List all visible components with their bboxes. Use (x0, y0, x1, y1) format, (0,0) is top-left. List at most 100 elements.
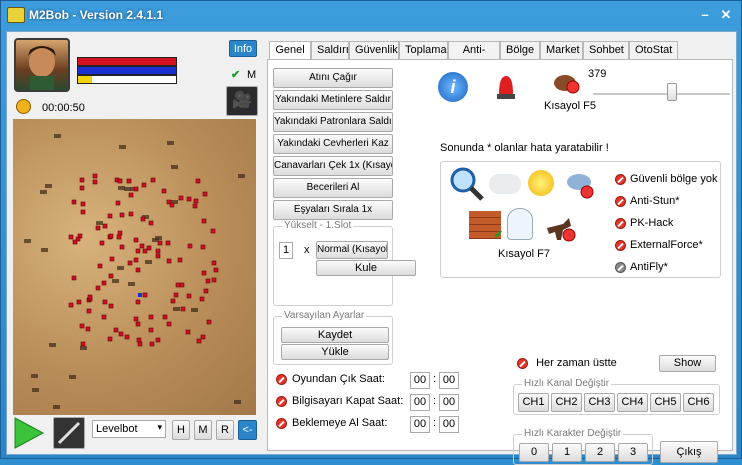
action-button[interactable]: Eşyaları Sırala 1x (273, 200, 393, 220)
collapse-button[interactable]: <- (238, 420, 257, 440)
monster-marker (79, 185, 85, 191)
kule-button[interactable]: Kule (316, 260, 416, 276)
tab-2[interactable]: Güvenlik (349, 41, 399, 60)
exit-button[interactable]: Çıkış (660, 441, 718, 463)
timer-row[interactable]: Beklemeye Al Saat: (276, 417, 387, 429)
monster-marker (155, 253, 161, 259)
feature-label: Güvenli bölge yok (630, 173, 718, 185)
monster-marker (95, 285, 101, 291)
channel-button[interactable]: CH2 (551, 393, 582, 412)
tab-4[interactable]: Anti-Ban (448, 41, 500, 73)
minimap[interactable] (13, 119, 256, 415)
channel-button[interactable]: CH6 (683, 393, 714, 412)
minute-input[interactable]: 00 (439, 394, 459, 411)
action-button[interactable]: Becerileri Al (273, 178, 393, 198)
action-button[interactable]: Canavarları Çek 1x (Kısayol F9) (273, 156, 393, 176)
disabled-icon (276, 417, 287, 429)
channel-button[interactable]: CH4 (617, 393, 648, 412)
exp-bar-fill (78, 76, 92, 83)
upgrade-group: Yükselt - 1.Slot 1 x Normal (Kısayol F8)… (273, 220, 416, 306)
mount-icon[interactable] (550, 67, 580, 95)
monster-marker (113, 327, 119, 333)
timer-row[interactable]: Oyundan Çık Saat: (276, 373, 385, 385)
hour-input[interactable]: 00 (410, 416, 430, 433)
horse-icon[interactable] (545, 214, 577, 242)
r-button[interactable]: R (216, 420, 234, 440)
ghost-icon[interactable] (507, 208, 533, 240)
h-button[interactable]: H (172, 420, 190, 440)
show-button[interactable]: Show (659, 355, 716, 372)
magnifier-icon[interactable] (449, 166, 485, 202)
monster-marker (107, 213, 113, 219)
feature-toggle[interactable]: Anti-Stun* (615, 195, 680, 207)
tab-1[interactable]: Saldırı (311, 41, 349, 60)
character-button[interactable]: 2 (585, 443, 615, 462)
shortcut-f5-label: Kısayol F5 (544, 100, 596, 112)
mode-select-value: Levelbot (96, 423, 138, 435)
sun-icon[interactable] (528, 170, 554, 196)
tab-8[interactable]: OtoStat (629, 41, 678, 60)
slider-value: 379 (588, 68, 607, 80)
monster-marker (87, 294, 93, 300)
character-button[interactable]: 0 (519, 443, 549, 462)
save-button[interactable]: Kaydet (281, 327, 389, 343)
action-button[interactable]: Yakındaki Metinlere Saldır (273, 90, 393, 110)
always-top-toggle[interactable]: Her zaman üstte (517, 357, 617, 369)
slot-input[interactable]: 1 (279, 242, 293, 259)
feature-toggle[interactable]: Güvenli bölge yok (615, 173, 717, 185)
channel-button[interactable]: CH1 (518, 393, 549, 412)
alarm-light-icon[interactable] (495, 72, 517, 100)
camera-button[interactable]: 🎥 (226, 86, 258, 116)
defaults-group: Varsayılan Ayarlar Kaydet Yükle (273, 310, 393, 365)
channel-button[interactable]: CH3 (584, 393, 615, 412)
character-button[interactable]: 3 (618, 443, 648, 462)
action-button[interactable]: Atını Çağır (273, 68, 393, 88)
hour-input[interactable]: 00 (410, 372, 430, 389)
monster-marker (119, 212, 125, 218)
tab-0[interactable]: Genel (269, 41, 311, 61)
wall-icon[interactable]: ✔ (469, 211, 503, 241)
mode-select[interactable]: Levelbot ▾ (92, 420, 166, 438)
monster-marker (133, 316, 139, 322)
times-label: x (304, 244, 310, 256)
feature-label: AntiFly* (630, 261, 668, 273)
start-play-icon[interactable] (13, 416, 45, 450)
m-button[interactable]: M (194, 420, 212, 440)
minimize-icon[interactable]: – (697, 8, 713, 24)
slider-thumb[interactable] (667, 83, 678, 101)
timer-row[interactable]: Bilgisayarı Kapat Saat: (276, 395, 403, 407)
monster-marker (162, 314, 168, 320)
monster-marker (206, 319, 212, 325)
tab-7[interactable]: Sohbet (583, 41, 629, 60)
monster-marker (101, 314, 107, 320)
minute-input[interactable]: 00 (439, 372, 459, 389)
feature-toggle[interactable]: AntiFly* (615, 261, 668, 273)
snow-cloud-icon[interactable] (565, 170, 595, 200)
channel-button[interactable]: CH5 (650, 393, 681, 412)
tab-3[interactable]: Toplama (399, 41, 448, 60)
m-label: M (247, 69, 257, 81)
tab-5[interactable]: Bölge (500, 41, 540, 60)
warning-text: Sonunda * olanlar hata yaratabilir ! (440, 142, 609, 154)
character-button[interactable]: 1 (552, 443, 582, 462)
info-button[interactable]: Info (229, 40, 257, 57)
action-button[interactable]: Yakındaki Cevherleri Kaz (273, 134, 393, 154)
minute-input[interactable]: 00 (439, 416, 459, 433)
load-button[interactable]: Yükle (281, 344, 389, 360)
tree-marker (112, 279, 119, 283)
tab-6[interactable]: Market (540, 41, 583, 60)
tree-marker (69, 375, 76, 379)
monster-marker (161, 188, 167, 194)
feature-toggle[interactable]: ExternalForce* (615, 239, 703, 251)
hour-input[interactable]: 00 (410, 394, 430, 411)
close-icon[interactable]: ✕ (718, 8, 734, 24)
slider-track[interactable] (593, 93, 730, 95)
feature-toggle[interactable]: PK-Hack (615, 217, 673, 229)
fog-icon[interactable] (489, 174, 521, 194)
normal-upgrade-button[interactable]: Normal (Kısayol F8) (316, 241, 388, 259)
info-icon[interactable]: i (438, 72, 468, 102)
monster-marker (71, 199, 77, 205)
monster-marker (202, 191, 208, 197)
sword-skill-button[interactable] (53, 417, 85, 449)
action-button[interactable]: Yakındaki Patronlara Saldır (273, 112, 393, 132)
